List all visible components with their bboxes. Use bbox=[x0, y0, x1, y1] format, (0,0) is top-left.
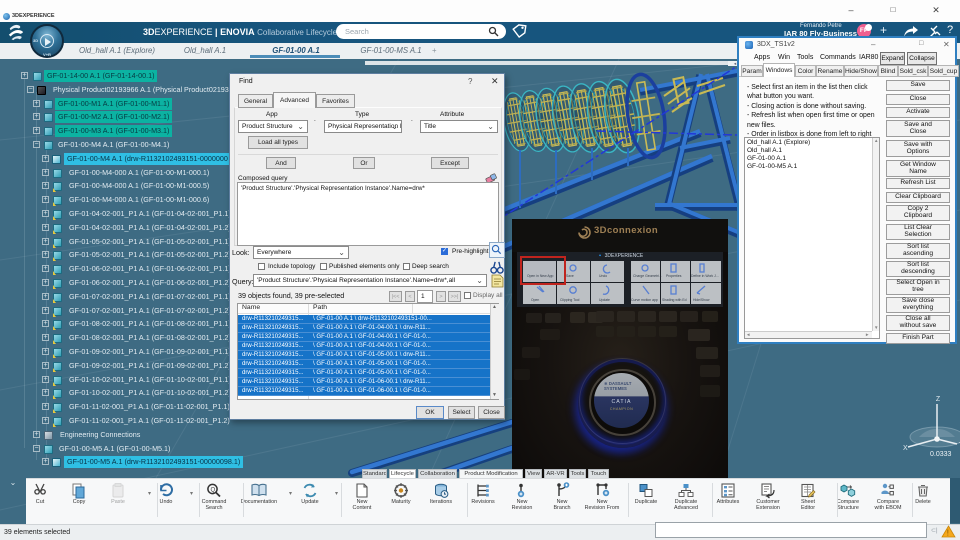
svg-text:Shading with Ed: Shading with Ed bbox=[662, 298, 687, 302]
svg-text:Charge Geometri...: Charge Geometri... bbox=[633, 274, 662, 278]
svg-text:!: ! bbox=[947, 529, 949, 538]
svg-text:Curve motion app: Curve motion app bbox=[631, 298, 658, 302]
svg-text:0.0333: 0.0333 bbox=[930, 451, 952, 458]
svg-text:Define in Work J...: Define in Work J... bbox=[691, 274, 719, 278]
svg-text:X: X bbox=[903, 445, 908, 452]
svg-text:Hide/Show: Hide/Show bbox=[693, 298, 710, 302]
svg-text:Save: Save bbox=[566, 274, 574, 278]
svg-text:Z: Z bbox=[936, 396, 941, 403]
svg-text:Properties: Properties bbox=[666, 274, 682, 278]
svg-text:Q: Q bbox=[211, 488, 216, 494]
svg-text:Update: Update bbox=[599, 298, 610, 302]
svg-text:Clipping Tool: Clipping Tool bbox=[560, 298, 580, 302]
svg-text:Undo: Undo bbox=[599, 274, 607, 278]
svg-text:Open: Open bbox=[531, 298, 539, 302]
